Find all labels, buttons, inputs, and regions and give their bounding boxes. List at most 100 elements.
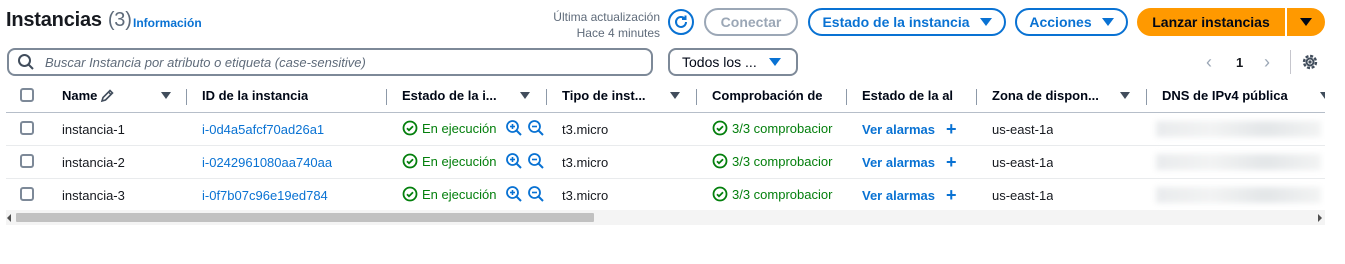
select-all-checkbox[interactable] — [20, 88, 34, 102]
sort-caret-icon[interactable] — [670, 92, 680, 99]
availability-zone: us-east-1a — [992, 122, 1054, 137]
column-header-instance-state[interactable]: Estado de la i... — [402, 88, 508, 103]
add-alarm-icon[interactable]: + — [946, 152, 957, 173]
horizontal-scrollbar[interactable] — [6, 210, 1325, 225]
check-circle-icon — [712, 120, 728, 136]
zoom-in-icon[interactable] — [505, 119, 523, 137]
instance-state-button[interactable]: Estado de la instancia — [808, 8, 1006, 36]
settings-gear-icon[interactable] — [1300, 52, 1320, 72]
current-page[interactable]: 1 — [1236, 55, 1243, 70]
column-separator[interactable] — [386, 89, 387, 105]
availability-zone: us-east-1a — [992, 188, 1054, 203]
column-header-alarm-status[interactable]: Estado de la al — [862, 88, 960, 103]
instance-name: instancia-3 — [62, 188, 125, 203]
column-separator[interactable] — [546, 89, 547, 105]
caret-down-icon — [1101, 18, 1114, 26]
column-header-instance-type[interactable]: Tipo de inst... — [562, 88, 658, 103]
sort-caret-icon[interactable] — [1120, 92, 1130, 99]
zoom-out-icon[interactable] — [527, 185, 545, 203]
caret-down-icon — [768, 58, 781, 66]
add-alarm-icon[interactable]: + — [946, 185, 957, 206]
sort-caret-icon[interactable] — [161, 92, 171, 99]
instance-state: En ejecución — [402, 186, 496, 202]
info-link[interactable]: Información — [133, 16, 202, 30]
launch-dropdown-button[interactable] — [1287, 8, 1325, 36]
status-check-text: 3/3 comprobacior — [732, 153, 833, 169]
launch-instances-button[interactable]: Lanzar instancias — [1137, 8, 1285, 36]
redacted-dns — [1156, 187, 1321, 203]
zoom-out-icon[interactable] — [527, 152, 545, 170]
connect-button[interactable]: Conectar — [704, 8, 798, 36]
divider — [1290, 50, 1291, 74]
sort-caret-icon[interactable] — [1320, 92, 1325, 99]
column-header-instance-id[interactable]: ID de la instancia — [202, 88, 308, 103]
row-checkbox[interactable] — [20, 187, 34, 201]
row-checkbox[interactable] — [20, 154, 34, 168]
scrollbar-thumb[interactable] — [16, 213, 594, 222]
search-input[interactable]: Buscar Instancia por atributo o etiqueta… — [7, 48, 653, 76]
status-check: 3/3 comprobacior — [712, 153, 846, 169]
page-title: Instancias (3) — [6, 9, 132, 32]
check-circle-icon — [402, 186, 418, 202]
search-icon — [17, 53, 35, 71]
column-header-name[interactable]: Name — [62, 88, 97, 103]
instance-state-label: Estado de la instancia — [822, 14, 970, 30]
redacted-dns — [1156, 154, 1321, 170]
instance-id-link[interactable]: i-0f7b07c96e19ed784 — [202, 188, 328, 203]
zoom-out-icon[interactable] — [527, 119, 545, 137]
table-row[interactable]: instancia-1 i-0d4a5afcf70ad26a1 En ejecu… — [6, 113, 1325, 146]
last-update-label: Última actualización — [553, 10, 660, 24]
row-checkbox[interactable] — [20, 121, 34, 135]
column-separator[interactable] — [1146, 89, 1147, 105]
view-alarms-link[interactable]: Ver alarmas — [862, 188, 935, 203]
column-header-status-check[interactable]: Comprobación de — [712, 88, 832, 103]
next-page-icon[interactable]: › — [1264, 52, 1270, 73]
instance-type: t3.micro — [562, 122, 609, 137]
instance-state: En ejecución — [402, 120, 496, 136]
redacted-dns — [1156, 121, 1321, 137]
actions-button[interactable]: Acciones — [1015, 8, 1128, 36]
column-separator[interactable] — [976, 89, 977, 105]
refresh-button[interactable] — [668, 9, 694, 35]
scroll-left-arrow-icon[interactable] — [7, 214, 11, 222]
instance-id-link[interactable]: i-0242961080aa740aa — [202, 155, 332, 170]
zoom-in-icon[interactable] — [505, 152, 523, 170]
state-filter-select[interactable]: Todos los ... — [668, 48, 798, 76]
column-label: Name — [62, 88, 98, 103]
instance-type: t3.micro — [562, 188, 609, 203]
table-row[interactable]: instancia-2 i-0242961080aa740aa En ejecu… — [6, 146, 1325, 179]
instance-state-text: En ejecución — [422, 120, 497, 136]
column-separator[interactable] — [186, 89, 187, 105]
instance-name: instancia-2 — [62, 155, 125, 170]
table-row[interactable]: instancia-3 i-0f7b07c96e19ed784 En ejecu… — [6, 179, 1325, 212]
zoom-in-icon[interactable] — [505, 185, 523, 203]
instances-table: Name ID de la instancia Estado de la i..… — [6, 80, 1325, 228]
status-check-text: 3/3 comprobacior — [732, 186, 833, 202]
caret-down-icon — [979, 18, 992, 26]
check-circle-icon — [712, 186, 728, 202]
refresh-icon — [673, 14, 689, 30]
instance-count: (3) — [107, 9, 132, 31]
add-alarm-icon[interactable]: + — [946, 119, 957, 140]
column-separator[interactable] — [846, 89, 847, 105]
status-check-text: 3/3 comprobacior — [732, 120, 833, 136]
instance-state-text: En ejecución — [422, 153, 497, 169]
status-check: 3/3 comprobacior — [712, 120, 846, 136]
availability-zone: us-east-1a — [992, 155, 1054, 170]
column-header-availability-zone[interactable]: Zona de dispon... — [992, 88, 1110, 103]
instance-state-text: En ejecución — [422, 186, 497, 202]
check-circle-icon — [712, 153, 728, 169]
view-alarms-link[interactable]: Ver alarmas — [862, 122, 935, 137]
column-separator[interactable] — [696, 89, 697, 105]
caret-down-icon — [1300, 18, 1312, 26]
scroll-right-arrow-icon[interactable] — [1318, 214, 1322, 222]
sort-caret-icon[interactable] — [520, 92, 530, 99]
filter-selected-value: Todos los ... — [682, 54, 757, 70]
instance-id-link[interactable]: i-0d4a5afcf70ad26a1 — [202, 122, 324, 137]
instance-name: instancia-1 — [62, 122, 125, 137]
pagination: ‹ 1 › — [1200, 48, 1340, 76]
previous-page-icon[interactable]: ‹ — [1206, 52, 1212, 73]
column-header-public-ipv4-dns[interactable]: DNS de IPv4 pública — [1162, 88, 1288, 103]
view-alarms-link[interactable]: Ver alarmas — [862, 155, 935, 170]
actions-label: Acciones — [1029, 14, 1092, 30]
